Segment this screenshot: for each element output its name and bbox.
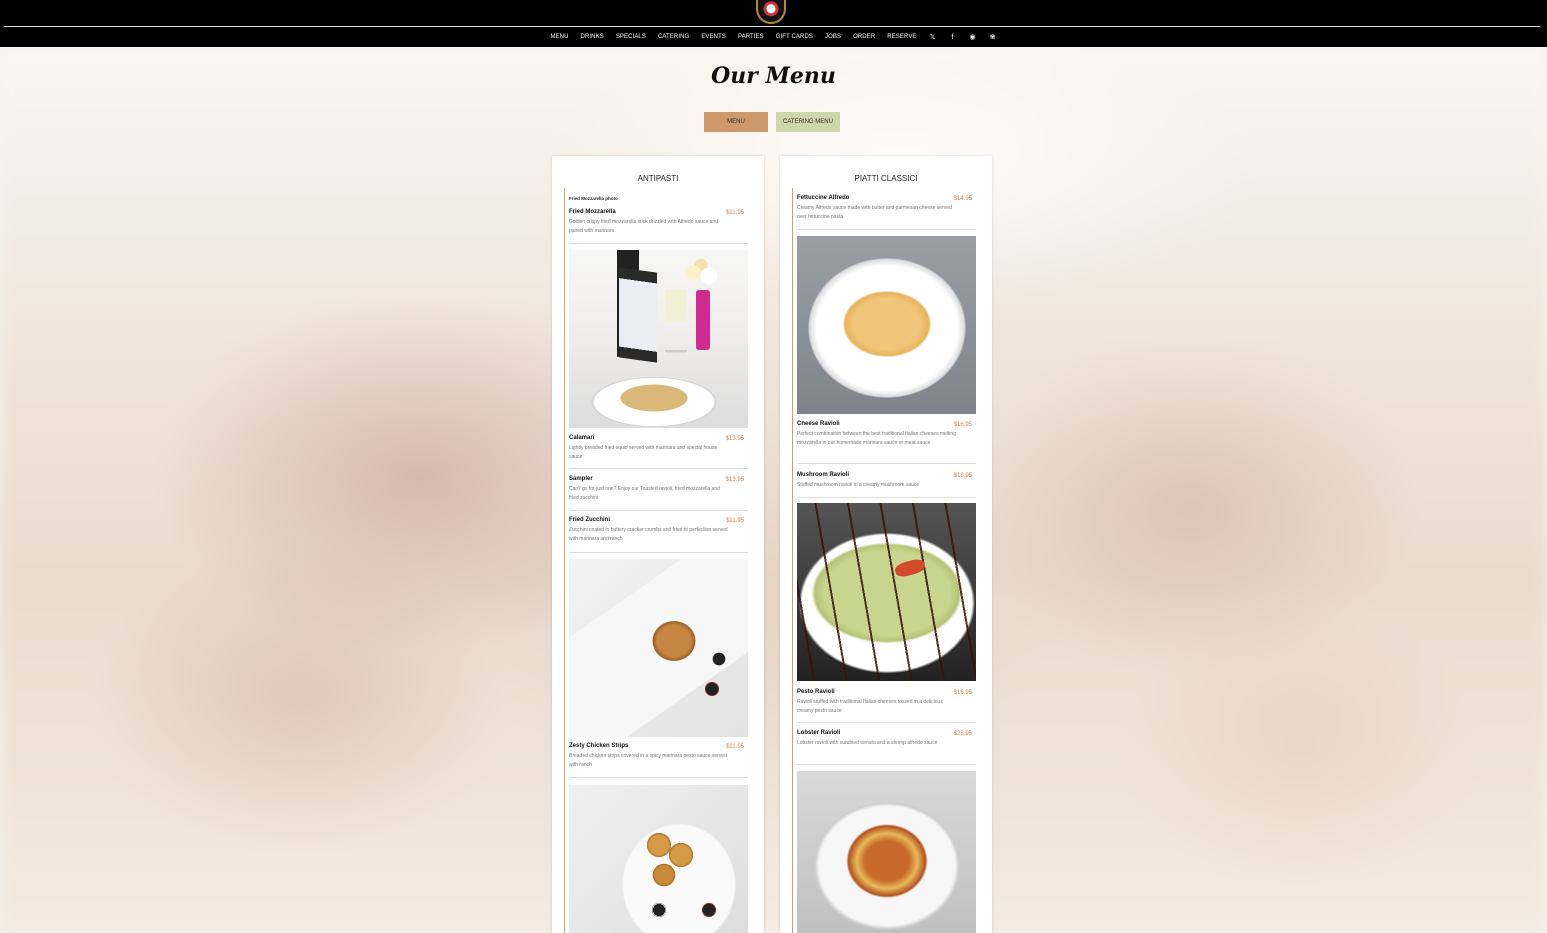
item-price: $14.95 xyxy=(953,196,972,202)
nav-specials[interactable]: SPECIALS xyxy=(616,34,646,40)
nav-jobs[interactable]: JOBS xyxy=(825,34,841,40)
item-description: Perfect combination between the best tra… xyxy=(797,431,956,446)
page-title: Our Menu xyxy=(711,63,836,89)
nav-gift-cards[interactable]: GIFT CARDS xyxy=(776,34,813,40)
item-price: $11.95 xyxy=(726,744,744,750)
pesto-ravioli-photo[interactable] xyxy=(797,503,976,681)
item-description: Lightly breaded fried squid served with … xyxy=(569,445,718,460)
antipasti-panel: ANTIPASTI Fried Mozzarella photo Fried M… xyxy=(552,156,764,933)
main-nav: MENU DRINKS SPECIALS CATERING EVENTS PAR… xyxy=(0,30,1547,44)
restaurant-logo[interactable] xyxy=(756,0,786,24)
item-description: Ravioli stuffed with traditional Italian… xyxy=(797,699,943,714)
item-name: Cheese Ravioli xyxy=(797,421,840,427)
menu-item[interactable]: Calamari $13.95 Lightly breaded fried sq… xyxy=(569,435,748,469)
item-name: Calamari xyxy=(569,435,595,441)
header-divider xyxy=(4,26,1540,27)
section-title: ANTIPASTI xyxy=(637,174,679,183)
nav-parties[interactable]: PARTIES xyxy=(738,34,764,40)
tab-catering-menu[interactable]: CATERING MENU xyxy=(776,112,840,132)
item-description: Lobster ravioli with sundried tomato and… xyxy=(797,740,938,746)
item-name: Fried Zucchini xyxy=(569,517,611,523)
item-price: $13.95 xyxy=(725,436,744,442)
nav-catering[interactable]: CATERING xyxy=(658,34,689,40)
item-description: Can't go for just one? Enjoy our Toasted… xyxy=(569,486,720,501)
menu-item[interactable]: Lobster Ravioli $28.95 Lobster ravioli w… xyxy=(797,730,976,765)
menu-tabs: MENU CATERING MENU xyxy=(704,112,840,132)
twitter-icon[interactable]: 𝕏 xyxy=(929,33,937,41)
instagram-icon[interactable]: ◉ xyxy=(969,33,977,41)
section-title: PIATTI CLASSICI xyxy=(854,174,918,183)
tab-menu[interactable]: MENU xyxy=(704,112,768,132)
nav-reserve[interactable]: RESERVE xyxy=(887,34,916,40)
nav-events[interactable]: EVENTS xyxy=(701,34,726,40)
photo-caption: Fried Mozzarella photo xyxy=(569,196,618,201)
item-name: Zesty Chicken Strips xyxy=(569,743,629,749)
calamari-photo[interactable] xyxy=(569,250,748,428)
item-price: $11.95 xyxy=(726,518,744,524)
item-name: Sampler xyxy=(569,476,593,482)
menu-item[interactable]: Sampler $13.95 Can't go for just one? En… xyxy=(569,476,748,511)
menu-item[interactable]: Fettuccine Alfredo $14.95 Creamy Alfredo… xyxy=(797,195,976,230)
item-price: $13.95 xyxy=(725,477,744,483)
lasagna-photo[interactable] xyxy=(797,771,976,933)
menu-item[interactable]: Cheese Ravioli $16.95 Perfect combinatio… xyxy=(797,421,976,464)
piatti-classici-panel: PIATTI CLASSICI Fettuccine Alfredo $14.9… xyxy=(780,156,992,933)
item-name: Fettuccine Alfredo xyxy=(797,195,850,201)
site-header: MENU DRINKS SPECIALS CATERING EVENTS PAR… xyxy=(0,0,1547,47)
item-price: $11.95 xyxy=(726,210,744,216)
cheese-ravioli-photo[interactable] xyxy=(797,236,976,414)
item-price: $16.95 xyxy=(953,690,972,696)
item-description: Zucchini coated in buttery cracker crumb… xyxy=(569,527,728,542)
nav-drinks[interactable]: DRINKS xyxy=(581,34,604,40)
item-name: Pesto Ravioli xyxy=(797,689,835,695)
facebook-icon[interactable]: f xyxy=(949,34,957,41)
chicken-strips-photo[interactable] xyxy=(569,559,748,737)
item-description: Creamy Alfredo sauce made with butter an… xyxy=(797,205,952,220)
yelp-icon[interactable]: ❀ xyxy=(989,33,997,41)
toasted-ravioli-photo[interactable] xyxy=(569,785,748,933)
menu-item[interactable]: Mushroom Ravioli $18.95 Stuffed mushroom… xyxy=(797,472,976,498)
menu-item[interactable]: Zesty Chicken Strips $11.95 Breaded chic… xyxy=(569,743,748,778)
item-description: Golden crispy fried mozzarella stick dri… xyxy=(569,219,718,234)
item-price: $18.95 xyxy=(953,473,972,479)
menu-item[interactable]: Fried Zucchini $11.95 Zucchini coated in… xyxy=(569,517,748,553)
item-price: $16.95 xyxy=(953,422,972,428)
item-description: Stuffed mushroom ravioli in a creamy mus… xyxy=(797,482,920,488)
item-name: Fried Mozzarella xyxy=(569,209,616,215)
menu-item[interactable]: Fried Mozzarella $11.95 Golden crispy fr… xyxy=(569,209,748,244)
item-name: Lobster Ravioli xyxy=(797,730,841,736)
nav-order[interactable]: ORDER xyxy=(853,34,875,40)
nav-menu[interactable]: MENU xyxy=(550,34,568,40)
item-name: Mushroom Ravioli xyxy=(797,472,850,478)
menu-item[interactable]: Pesto Ravioli $16.95 Ravioli stuffed wit… xyxy=(797,689,976,723)
item-price: $28.95 xyxy=(953,731,972,737)
item-description: Breaded chicken strips covered in a spic… xyxy=(569,753,727,768)
